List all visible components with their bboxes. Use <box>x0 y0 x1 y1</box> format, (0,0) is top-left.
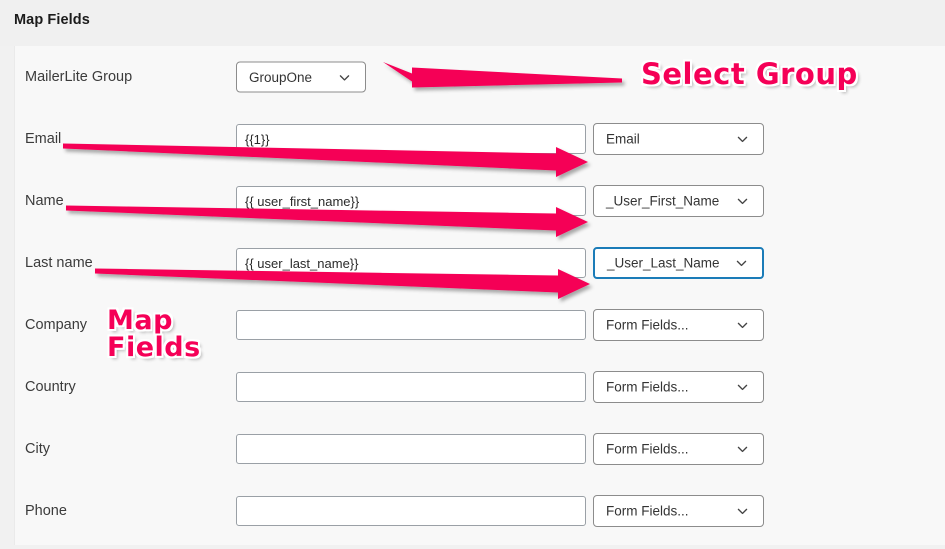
form-field-select[interactable]: _User_Last_Name <box>593 247 764 279</box>
screenshot-root: Map Fields MailerLite Group GroupOne Email… <box>0 0 945 549</box>
merge-tag-input[interactable] <box>236 124 586 154</box>
merge-tag-input[interactable] <box>236 496 586 526</box>
row-label: Name <box>25 193 64 209</box>
select-value: Form Fields... <box>606 379 689 395</box>
merge-tag-input[interactable] <box>236 186 586 216</box>
row-label: Last name <box>25 255 93 271</box>
form-field-select[interactable]: Form Fields... <box>593 309 764 341</box>
mailerlite-group-select[interactable]: GroupOne <box>236 61 366 93</box>
map-fields-panel: MailerLite Group GroupOne Email Email Name _U… <box>14 46 945 545</box>
select-value: GroupOne <box>249 69 313 85</box>
form-row: City Form Fields... <box>15 418 945 480</box>
form-row: Email Email <box>15 108 945 170</box>
row-label: Email <box>25 131 62 147</box>
form-field-select[interactable]: Form Fields... <box>593 433 764 465</box>
chevron-down-icon <box>736 443 749 456</box>
annotation-select-group: Select Group <box>641 57 858 91</box>
form-field-select[interactable]: Form Fields... <box>593 371 764 403</box>
form-row: Name _User_First_Name <box>15 170 945 232</box>
select-value: Email <box>606 131 640 147</box>
row-label: Phone <box>25 503 67 519</box>
chevron-down-icon <box>735 257 748 270</box>
form-field-select[interactable]: Form Fields... <box>593 495 764 527</box>
row-label: Company <box>25 317 88 333</box>
form-row: Phone Form Fields... <box>15 480 945 542</box>
chevron-down-icon <box>736 319 749 332</box>
row-label: City <box>25 441 50 457</box>
select-value: Form Fields... <box>606 317 689 333</box>
chevron-down-icon <box>736 195 749 208</box>
merge-tag-input[interactable] <box>236 310 586 340</box>
row-label: Country <box>25 379 76 395</box>
select-value: _User_First_Name <box>606 193 720 209</box>
annotation-map-fields: Map Fields <box>107 305 201 363</box>
form-field-select[interactable]: Email <box>593 123 764 155</box>
chevron-down-icon <box>736 381 749 394</box>
merge-tag-input[interactable] <box>236 248 586 278</box>
row-label: MailerLite Group <box>25 69 133 85</box>
header-bar: Map Fields <box>0 0 945 46</box>
chevron-down-icon <box>338 71 351 84</box>
form-row: Country Form Fields... <box>15 356 945 418</box>
merge-tag-input[interactable] <box>236 372 586 402</box>
form-field-select[interactable]: _User_First_Name <box>593 185 764 217</box>
chevron-down-icon <box>736 505 749 518</box>
chevron-down-icon <box>736 133 749 146</box>
select-value: Form Fields... <box>606 503 689 519</box>
panel-bottom-edge <box>14 545 945 549</box>
select-value: Form Fields... <box>606 441 689 457</box>
select-value: _User_Last_Name <box>607 255 720 271</box>
form-row: Last name _User_Last_Name <box>15 232 945 294</box>
merge-tag-input[interactable] <box>236 434 586 464</box>
page-title: Map Fields <box>14 12 90 28</box>
